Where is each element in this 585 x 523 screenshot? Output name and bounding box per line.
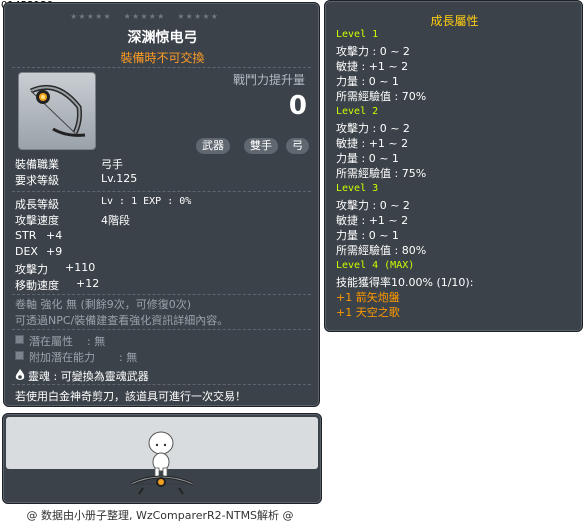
power-increase-value: 0 (288, 91, 307, 121)
growth-level-row: 成長等級 Lv : 1 EXP : 0% (15, 196, 191, 212)
growth-stat-line: 攻擊力 : 0 ~ 2 (336, 122, 410, 135)
growth-level-heading: Level 4 (MAX) (336, 260, 415, 271)
star-group: ★★★★★ (70, 12, 112, 21)
growth-stat-line: 所需經驗值 : 80% (336, 244, 427, 257)
attack-speed-label: 攻擊速度 (15, 214, 59, 227)
scroll-enhance-info: 卷軸 強化 無 (剩餘9次，可修復0次) (15, 298, 192, 311)
dex-value: +9 (46, 245, 63, 258)
additional-potential-value: : 無 (119, 351, 138, 364)
growth-stat-line: 力量 : 0 ~ 1 (336, 229, 399, 242)
growth-stat-line: 所需經驗值 : 70% (336, 90, 427, 103)
potential-label: 潛在屬性 (29, 335, 73, 348)
tag-two-handed: 雙手 (244, 138, 278, 154)
character-preview-panel (2, 413, 322, 504)
dex-label: DEX (15, 245, 38, 258)
required-job-value: 弓手 (101, 158, 123, 171)
data-source-footer: @ 数据由小册子整理, WzComparerR2-NTMS解析 @ (26, 509, 294, 522)
growth-skill-line: +1 天空之歌 (336, 306, 400, 319)
growth-level-label: 成長等級 (15, 198, 59, 211)
growth-stat-line: 所需經驗值 : 75% (336, 167, 427, 180)
growth-attributes-panel: 成長屬性 Level 1 攻擊力 : 0 ~ 2 敏捷 : +1 ~ 2 力量 … (324, 0, 583, 332)
attack-row: 攻擊力 +110 (15, 261, 95, 277)
required-level-row: 要求等級 Lv.125 (15, 172, 137, 188)
growth-level-heading: Level 1 (336, 29, 379, 40)
str-value: +4 (46, 229, 63, 242)
power-increase-label: 戰鬥力提升量 (232, 73, 305, 87)
growth-stat-line: 攻擊力 : 0 ~ 2 (336, 199, 410, 212)
square-bullet-icon (15, 335, 24, 344)
tag-weapon: 武器 (196, 138, 230, 154)
tag-bow: 弓 (286, 138, 309, 154)
potential-value: : 無 (87, 335, 106, 348)
attack-value: +110 (65, 261, 96, 274)
move-speed-value: +12 (76, 277, 100, 290)
str-label: STR (15, 229, 37, 242)
required-job-row: 裝備職業 弓手 (15, 156, 123, 172)
growth-stat-line: 敏捷 : +1 ~ 2 (336, 214, 409, 227)
divider (12, 384, 311, 385)
required-level-label: 要求等級 (15, 174, 59, 187)
move-speed-label: 移動速度 (15, 279, 59, 292)
required-job-label: 裝備職業 (15, 158, 59, 171)
growth-stat-line: 敏捷 : +1 ~ 2 (336, 137, 409, 150)
character-avatar (130, 431, 194, 495)
npc-enhance-hint: 可透過NPC/裝備建查看強化資訊詳細內容。 (15, 314, 229, 327)
star-group: ★★★★★ (123, 12, 166, 21)
dex-row: DEX +9 (15, 245, 62, 258)
star-group: ★★★★★ (177, 12, 220, 21)
str-row: STR +4 (15, 229, 62, 242)
soul-flame-icon (15, 369, 25, 380)
divider (12, 294, 311, 295)
growth-stat-line: 技能獲得率10.00% (1/10): (336, 276, 474, 289)
item-tooltip-panel: ★★★★★ ★★★★★ ★★★★★ 深渊惊电弓 裝備時不可交換 戰鬥力提升量 0… (3, 2, 320, 407)
potential-row: 潛在屬性 : 無 (15, 333, 105, 349)
growth-title: 成長屬性 (430, 14, 479, 28)
growth-stat-line: 敏捷 : +1 ~ 2 (336, 60, 409, 73)
star-force-stars: ★★★★★ ★★★★★ ★★★★★ (70, 12, 227, 21)
square-bullet-icon (15, 351, 24, 360)
growth-stat-line: 力量 : 0 ~ 1 (336, 75, 399, 88)
growth-level-heading: Level 2 (336, 106, 379, 117)
item-icon-frame[interactable] (18, 72, 96, 150)
divider (12, 67, 311, 68)
soul-weapon-text: 靈魂 : 可變換為靈魂武器 (28, 370, 149, 383)
growth-stat-line: 攻擊力 : 0 ~ 2 (336, 45, 410, 58)
growth-stat-line: 力量 : 0 ~ 1 (336, 152, 399, 165)
attack-speed-value: 4階段 (101, 214, 130, 227)
growth-skill-line: +1 箭矢炮盤 (336, 291, 400, 304)
bow-icon (29, 85, 86, 137)
soul-weapon-row: 靈魂 : 可變換為靈魂武器 (15, 368, 149, 384)
additional-potential-label: 附加潛在能力 (29, 351, 95, 364)
item-name: 深渊惊电弓 (127, 30, 198, 46)
divider (12, 329, 311, 330)
required-level-value: Lv.125 (101, 172, 138, 185)
growth-level-heading: Level 3 (336, 183, 379, 194)
attack-label: 攻擊力 (15, 263, 48, 276)
growth-level-value: Lv : 1 EXP : 0% (101, 196, 192, 207)
move-speed-row: 移動速度 +12 (15, 277, 99, 293)
trade-status: 裝備時不可交換 (120, 51, 205, 65)
divider (12, 191, 311, 192)
platinum-scissors-notice: 若使用白金神奇剪刀，該道具可進行一次交易！ (15, 390, 246, 403)
additional-potential-row: 附加潛在能力 : 無 (15, 349, 137, 365)
attack-speed-row: 攻擊速度 4階段 (15, 212, 130, 228)
